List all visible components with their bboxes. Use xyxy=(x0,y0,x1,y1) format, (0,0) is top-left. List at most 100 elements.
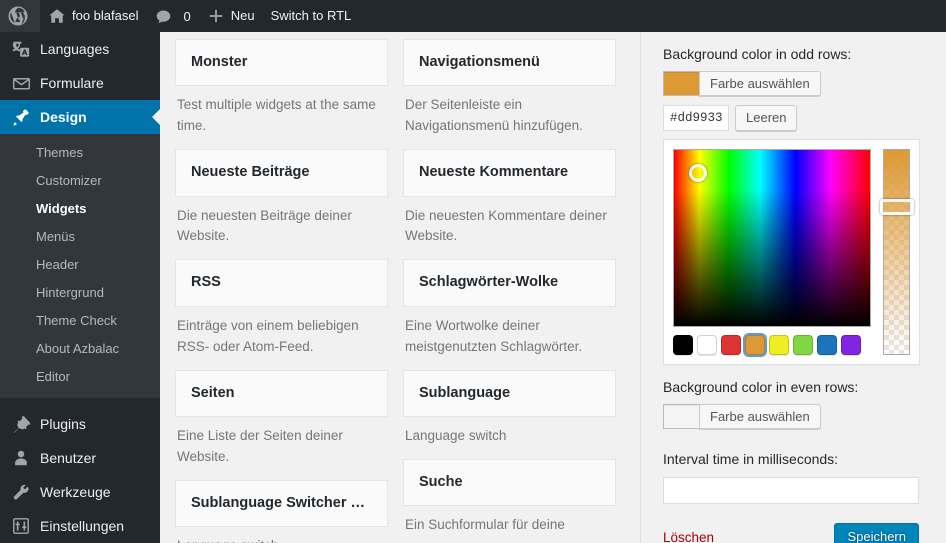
comments-menu[interactable]: 0 xyxy=(147,0,199,32)
sidebar-item-design[interactable]: Design xyxy=(0,100,160,134)
color-swatch-row xyxy=(673,333,871,357)
widget-description: Language switch xyxy=(175,527,388,543)
widget-card-monster[interactable]: Monster xyxy=(175,38,388,87)
plus-icon xyxy=(207,7,225,25)
widget-title: Neueste Beiträge xyxy=(191,164,310,181)
clear-color-button[interactable]: Leeren xyxy=(735,105,798,131)
widget-description: Eine Liste der Seiten deiner Website. xyxy=(177,428,343,464)
new-content-label: Neu xyxy=(230,8,255,23)
alpha-slider-track[interactable] xyxy=(883,149,910,355)
widget-description: Einträge von einem beliebigen RSS- oder … xyxy=(177,317,359,354)
even-rows-pick-color-button[interactable]: Farbe auswählen xyxy=(699,404,821,429)
hex-color-input[interactable] xyxy=(663,105,729,131)
swatch-yellow[interactable] xyxy=(769,335,789,355)
submenu-item-widgets[interactable]: Widgets xyxy=(0,195,160,223)
plug-icon xyxy=(11,414,31,434)
submenu-item-menues[interactable]: Menüs xyxy=(0,223,160,251)
sidebar-item-languages[interactable]: Languages xyxy=(0,32,160,66)
widget-title: Navigationsmenü xyxy=(419,53,540,70)
sidebar-item-einstellungen[interactable]: Einstellungen xyxy=(0,509,160,543)
main-content: Liste der Kategorien. Monster Test multi… xyxy=(160,32,946,543)
even-rows-color-swatch[interactable] xyxy=(663,404,699,429)
sidebar-item-label: Plugins xyxy=(40,416,86,432)
widget-title: Neueste Kommentare xyxy=(419,164,569,181)
submenu-item-hintergrund[interactable]: Hintergrund xyxy=(0,279,160,307)
widget-card-sublanguage-switcher[interactable]: Sublanguage Switcher … xyxy=(175,479,388,528)
widget-block: Seiten Eine Liste der Seiten deiner Webs… xyxy=(175,369,388,468)
user-icon xyxy=(11,448,31,468)
widget-title: RSS xyxy=(191,274,221,291)
widget-description: Eine Wortwolke deiner meistgenutzten Sch… xyxy=(405,317,583,354)
saturation-value-field[interactable] xyxy=(673,149,871,327)
sidebar-item-formulare[interactable]: Formulare xyxy=(0,66,160,100)
widget-card-rss[interactable]: RSS xyxy=(175,259,388,307)
swatch-green[interactable] xyxy=(793,335,813,355)
alpha-slider-wrap xyxy=(880,149,914,355)
even-rows-color-row: Farbe auswählen xyxy=(663,404,931,429)
sliders-icon xyxy=(11,516,31,536)
delete-widget-link[interactable]: Löschen xyxy=(663,530,714,543)
widget-card-navigationsmenue[interactable]: Navigationsmenü xyxy=(403,38,616,87)
widget-card-sublanguage[interactable]: Sublanguage xyxy=(403,369,616,418)
swatch-red[interactable] xyxy=(721,335,741,355)
submenu-item-themes[interactable]: Themes xyxy=(0,139,160,167)
sidebar-item-werkzeuge[interactable]: Werkzeuge xyxy=(0,475,160,509)
translation-icon xyxy=(11,39,31,59)
odd-rows-pick-color-button[interactable]: Farbe auswählen xyxy=(699,71,821,96)
widget-column-right: s.org-Links. Navigationsmenü Der Seitenl… xyxy=(403,32,616,543)
widget-card-neueste-kommentare[interactable]: Neueste Kommentare xyxy=(403,149,616,197)
widget-description: Test multiple widgets at the same time. xyxy=(177,97,376,134)
sidebar-item-label: Design xyxy=(40,109,87,125)
color-picker-panel xyxy=(663,139,920,365)
save-button[interactable]: Speichern xyxy=(834,523,919,543)
sidebar-item-label: Formulare xyxy=(40,75,104,91)
hex-value-row: Leeren xyxy=(663,105,931,131)
wordpress-admin-screen: foo blafasel 0 Neu Switch to RTL Languag… xyxy=(0,0,946,543)
sidebar-item-label: Benutzer xyxy=(40,450,97,466)
widget-card-neueste-beitraege[interactable]: Neueste Beiträge xyxy=(175,149,388,197)
wordpress-logo-icon xyxy=(8,6,28,26)
swatch-blue[interactable] xyxy=(817,335,837,355)
interval-time-label: Interval time in milliseconds: xyxy=(663,451,839,467)
panel-footer: Löschen Speichern xyxy=(663,523,919,543)
widget-title: Schlagwörter-Wolke xyxy=(419,274,559,291)
widget-block: Suche Ein Suchformular für deine xyxy=(403,458,616,536)
widget-description: Die neuesten Kommentare deiner Website. xyxy=(405,207,607,244)
submenu-item-header[interactable]: Header xyxy=(0,251,160,279)
submenu-item-about-azbalac[interactable]: About Azbalac xyxy=(0,335,160,363)
pushpin-icon xyxy=(11,107,31,127)
comments-count: 0 xyxy=(183,8,191,24)
submenu-item-customizer[interactable]: Customizer xyxy=(0,167,160,195)
saturation-area-wrap xyxy=(673,149,871,357)
widget-card-schlagwoerter-wolke[interactable]: Schlagwörter-Wolke xyxy=(403,259,616,307)
swatch-black[interactable] xyxy=(673,335,693,355)
submenu-item-editor[interactable]: Editor xyxy=(0,363,160,391)
odd-rows-color-swatch[interactable] xyxy=(663,71,699,96)
widget-column-left: Liste der Kategorien. Monster Test multi… xyxy=(175,32,388,543)
widget-card-suche[interactable]: Suche xyxy=(403,458,616,507)
sidebar-item-label: Werkzeuge xyxy=(40,484,111,500)
swatch-purple[interactable] xyxy=(841,335,861,355)
panel-spacer xyxy=(663,429,931,437)
widget-settings-panel: Background color in odd rows: Farbe ausw… xyxy=(640,32,946,543)
interval-time-input[interactable] xyxy=(663,477,919,504)
home-icon xyxy=(48,7,66,25)
alpha-slider-handle[interactable] xyxy=(880,199,914,215)
sidebar-item-benutzer[interactable]: Benutzer xyxy=(0,441,160,475)
swatch-white[interactable] xyxy=(697,335,717,355)
widget-description: Language switch xyxy=(405,428,507,444)
new-content-menu[interactable]: Neu xyxy=(199,0,263,32)
sidebar-item-plugins[interactable]: Plugins xyxy=(0,407,160,441)
admin-bar: foo blafasel 0 Neu Switch to RTL xyxy=(0,0,946,32)
swatch-orange[interactable] xyxy=(743,333,767,357)
wrench-icon xyxy=(11,482,31,502)
wp-logo-menu[interactable] xyxy=(0,0,40,32)
switch-to-rtl-button[interactable]: Switch to RTL xyxy=(263,0,360,32)
site-name-label: foo blafasel xyxy=(72,8,139,23)
widget-card-seiten[interactable]: Seiten xyxy=(175,369,388,418)
color-picker-cursor[interactable] xyxy=(689,164,707,182)
widget-block: Neueste Kommentare Die neuesten Kommenta… xyxy=(403,149,616,247)
submenu-item-theme-check[interactable]: Theme Check xyxy=(0,307,160,335)
site-name-menu[interactable]: foo blafasel xyxy=(40,0,147,32)
switch-to-rtl-label: Switch to RTL xyxy=(270,8,352,23)
